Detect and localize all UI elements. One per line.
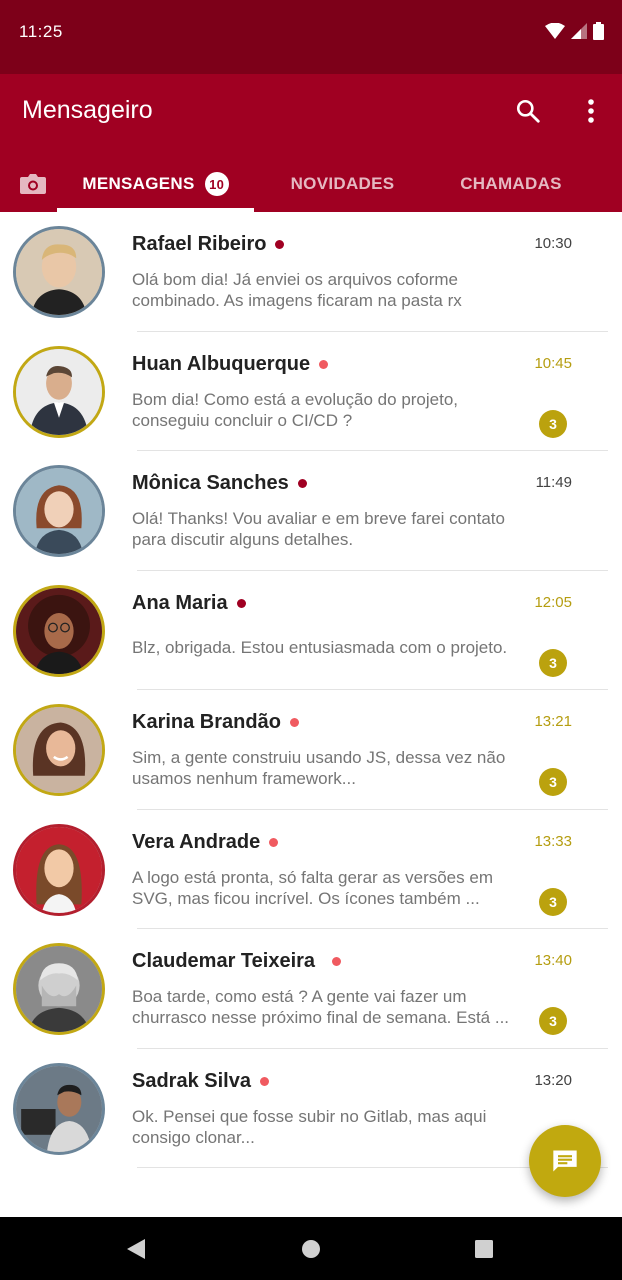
message-icon: [553, 1150, 577, 1172]
message-preview: Blz, obrigada. Estou entusiasmada com o …: [132, 637, 508, 657]
message-preview: Olá bom dia! Já enviei os arquivos cofor…: [132, 270, 462, 310]
message-time: 13:33: [534, 832, 572, 850]
wifi-icon: [545, 23, 565, 39]
avatar: [13, 465, 105, 557]
search-icon: [516, 99, 540, 123]
online-dot: [269, 837, 279, 847]
signal-icon: [571, 23, 587, 39]
chat-row-sadrak-silva[interactable]: Sadrak Silva Ok. Pensei que fosse subir …: [0, 1049, 622, 1168]
status-icons: [545, 22, 604, 40]
contact-name: Rafael Ribeiro: [132, 233, 285, 256]
back-icon: [127, 1239, 145, 1259]
online-dot: [275, 240, 285, 249]
tab-mensagens-badge: 10: [204, 172, 229, 196]
online-dot: [236, 598, 246, 608]
message-time: 13:20: [534, 1071, 572, 1089]
message-time: 12:05: [534, 593, 572, 611]
unread-count-badge: 3: [539, 1007, 567, 1035]
message-time: 11:49: [535, 474, 572, 491]
unread-count-badge: 3: [539, 887, 567, 916]
avatar: [13, 345, 105, 438]
tab-bar: MENSAGENS 10 NOVIDADES CHAMADAS: [0, 156, 622, 212]
camera-icon: [20, 174, 46, 194]
avatar: [13, 704, 105, 796]
message-time: 13:21: [534, 713, 572, 730]
unread-count-badge: 3: [539, 768, 567, 796]
contact-name: Ana Maria: [132, 592, 246, 615]
online-dot: [289, 718, 299, 727]
search-button[interactable]: [511, 94, 545, 128]
message-preview: Boa tarde, como está ? A gente vai fazer…: [132, 987, 510, 1027]
contact-name: Sadrak Silva: [132, 1070, 269, 1093]
message-preview: Bom dia! Como está a evolução do projeto…: [132, 389, 459, 430]
app-bar: Mensageiro MENSAGENS 10 NOVIDADES CHAMAD…: [0, 74, 622, 212]
online-dot: [297, 479, 307, 488]
status-bar: 11:25: [0, 0, 622, 74]
tab-mensagens-label: MENSAGENS: [82, 174, 195, 193]
tab-chamadas[interactable]: CHAMADAS: [431, 156, 591, 212]
home-icon: [302, 1240, 320, 1258]
chat-row-vera-andrade[interactable]: Vera Andrade A logo está pronta, só falt…: [0, 810, 622, 929]
avatar: [13, 226, 105, 318]
tab-mensagens[interactable]: MENSAGENS 10: [57, 156, 254, 212]
message-time: 13:40: [534, 952, 572, 969]
unread-count-badge: 3: [539, 409, 567, 438]
contact-name: Claudemar Teixeira: [132, 950, 342, 973]
recents-button[interactable]: [471, 1236, 497, 1262]
message-preview: A logo está pronta, só falta gerar as ve…: [132, 867, 493, 908]
online-dot: [259, 1076, 269, 1086]
home-button[interactable]: [298, 1236, 324, 1262]
message-preview: Sim, a gente construiu usando JS, dessa …: [132, 748, 506, 788]
avatar: [13, 943, 105, 1035]
back-button[interactable]: [123, 1236, 149, 1262]
chat-row-karina-brandao[interactable]: Karina Brandão Sim, a gente construiu us…: [0, 690, 622, 810]
avatar: [13, 1062, 105, 1155]
message-time: 10:30: [534, 235, 572, 252]
contact-name: Vera Andrade: [132, 831, 279, 854]
contact-name: Huan Albuquerque: [132, 353, 329, 376]
online-dot: [332, 957, 342, 966]
recents-icon: [475, 1240, 493, 1258]
chat-list: Rafael Ribeiro Olá bom dia! Já enviei os…: [0, 212, 622, 1168]
battery-icon: [593, 22, 604, 40]
tab-novidades-label: NOVIDADES: [290, 174, 395, 193]
contact-name: Karina Brandão: [132, 711, 299, 734]
tab-camera[interactable]: [14, 156, 52, 212]
chat-row-rafael-ribeiro[interactable]: Rafael Ribeiro Olá bom dia! Já enviei os…: [0, 212, 622, 332]
more-options-button[interactable]: [574, 94, 608, 128]
message-preview: Ok. Pensei que fosse subir no Gitlab, ma…: [132, 1106, 487, 1147]
message-preview: Olá! Thanks! Vou avaliar e em breve fare…: [132, 509, 505, 549]
system-nav-bar: [0, 1217, 622, 1280]
tab-chamadas-label: CHAMADAS: [460, 174, 562, 193]
tab-novidades[interactable]: NOVIDADES: [254, 156, 431, 212]
chat-row-huan-albuquerque[interactable]: Huan Albuquerque Bom dia! Como está a ev…: [0, 332, 622, 451]
chat-row-ana-maria[interactable]: Ana Maria Blz, obrigada. Estou entusiasm…: [0, 571, 622, 690]
chat-row-monica-sanches[interactable]: Mônica Sanches Olá! Thanks! Vou avaliar …: [0, 451, 622, 571]
message-time: 10:45: [534, 354, 572, 372]
new-message-fab[interactable]: [529, 1125, 601, 1197]
app-title: Mensageiro: [22, 96, 153, 124]
more-vert-icon: [588, 99, 594, 123]
chat-row-claudemar-teixeira[interactable]: Claudemar Teixeira Boa tarde, como está …: [0, 929, 622, 1049]
online-dot: [319, 359, 329, 369]
avatar: [13, 823, 105, 916]
unread-count-badge: 3: [539, 648, 567, 677]
contact-name: Mônica Sanches: [132, 472, 307, 495]
avatar: [13, 584, 105, 677]
status-time: 11:25: [19, 22, 63, 41]
